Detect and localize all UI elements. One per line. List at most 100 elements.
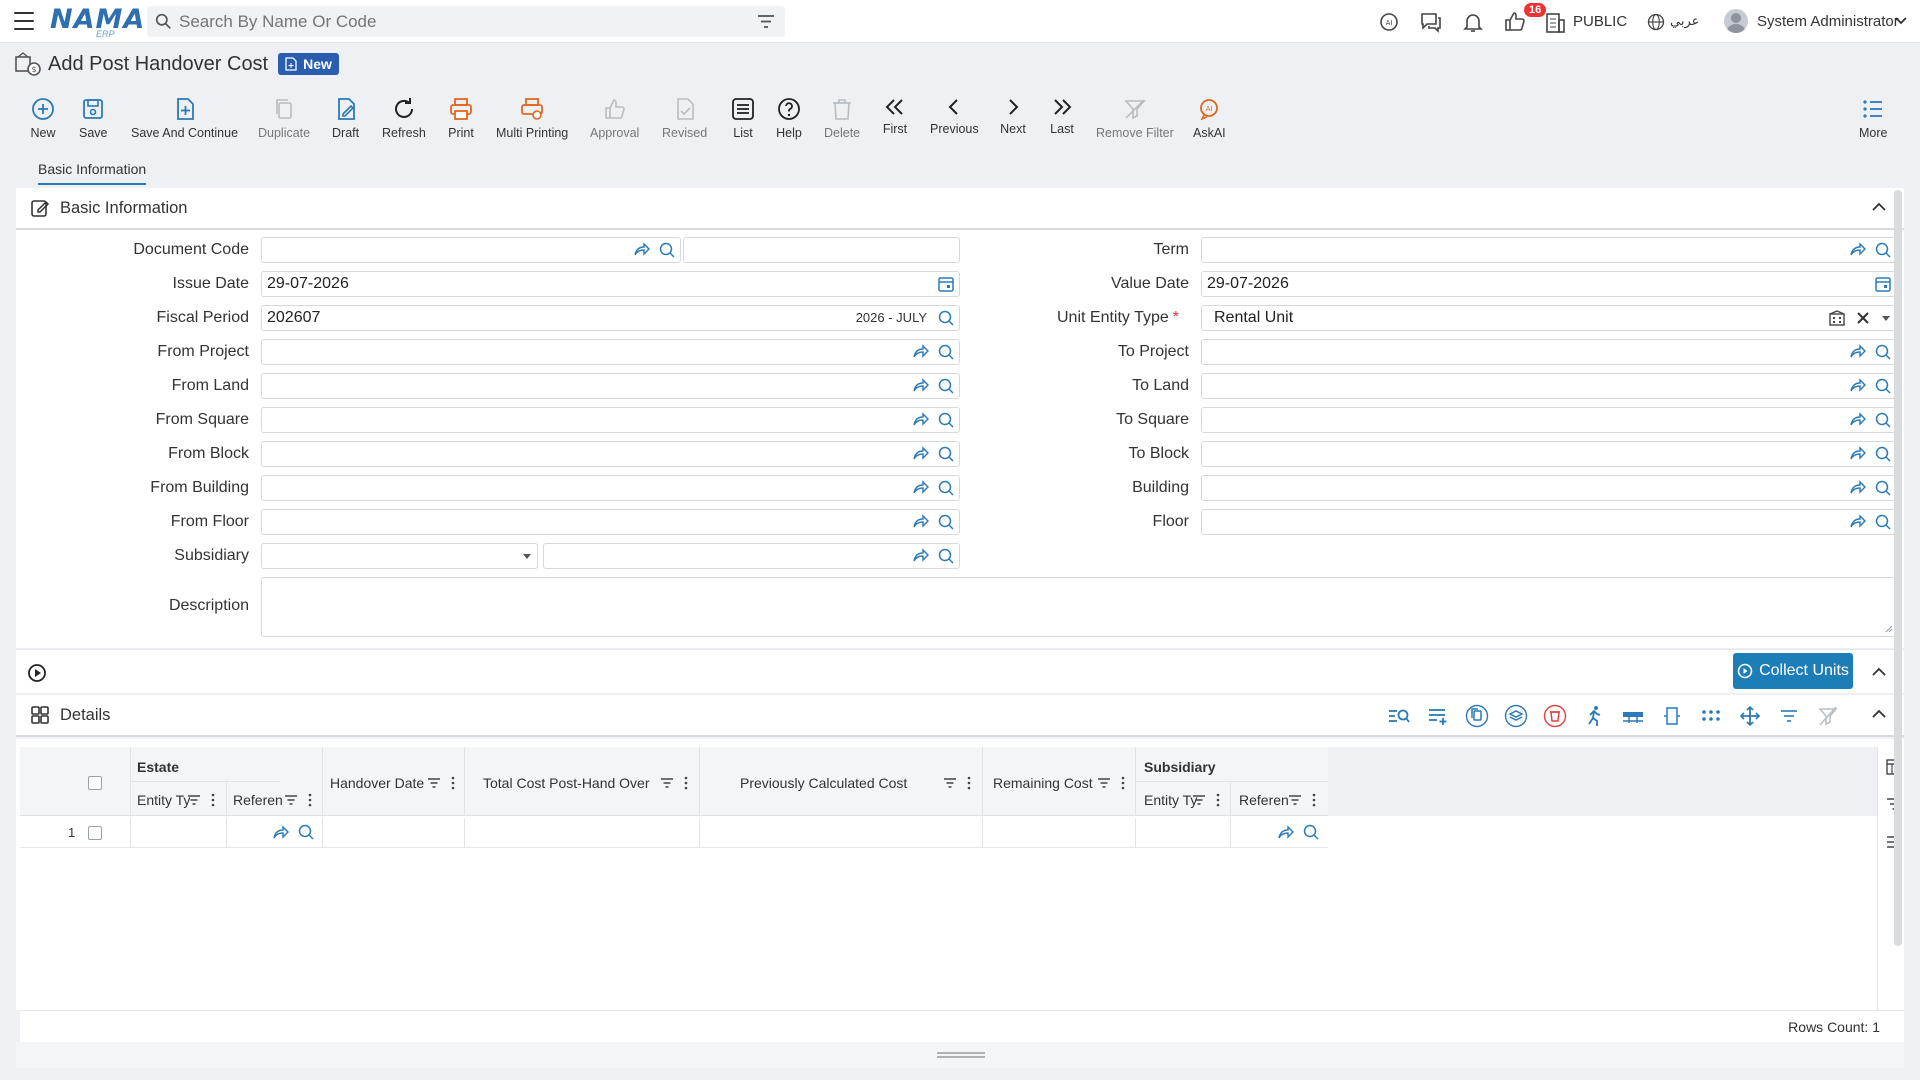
user-name[interactable]: System Administrator bbox=[1757, 13, 1899, 30]
revised-button[interactable]: Revised bbox=[662, 96, 707, 140]
lookup-search-icon[interactable] bbox=[1874, 377, 1892, 395]
previous-button[interactable]: Previous bbox=[930, 96, 979, 136]
duplicate-button[interactable]: Duplicate bbox=[258, 96, 310, 140]
open-link-icon[interactable] bbox=[1848, 241, 1866, 259]
building-field[interactable] bbox=[1201, 475, 1897, 501]
open-link-icon[interactable] bbox=[911, 547, 929, 565]
search-input[interactable] bbox=[179, 11, 719, 32]
subsidiary-field[interactable] bbox=[543, 543, 960, 569]
lookup-search-icon[interactable] bbox=[658, 241, 676, 259]
document-code-field[interactable] bbox=[261, 237, 681, 263]
list-button[interactable]: List bbox=[730, 96, 756, 140]
column-filter-icon[interactable] bbox=[660, 777, 674, 789]
add-row-icon[interactable] bbox=[1425, 703, 1451, 729]
from-project-field[interactable] bbox=[261, 339, 960, 365]
open-link-icon[interactable] bbox=[1848, 377, 1866, 395]
collect-units-button[interactable]: Collect Units bbox=[1733, 653, 1853, 689]
lookup-search-icon[interactable] bbox=[1874, 479, 1892, 497]
unit-entity-type-select[interactable]: Rental Unit bbox=[1201, 305, 1897, 331]
column-filter-icon[interactable] bbox=[1288, 794, 1302, 806]
open-link-icon[interactable] bbox=[911, 377, 929, 395]
filter-icon[interactable] bbox=[757, 14, 775, 29]
col-handover-date[interactable]: Handover Date bbox=[330, 775, 424, 791]
column-menu-icon[interactable] bbox=[210, 793, 216, 807]
column-filter-icon[interactable] bbox=[943, 777, 957, 789]
delete-row-icon[interactable] bbox=[1542, 703, 1568, 729]
subsidiary-type-select[interactable] bbox=[261, 543, 538, 569]
run-icon[interactable] bbox=[1581, 703, 1607, 729]
term-field[interactable] bbox=[1201, 237, 1897, 263]
language-switch[interactable]: عربي bbox=[1670, 14, 1699, 29]
chevron-up-icon[interactable] bbox=[1872, 709, 1886, 719]
col-reference[interactable]: Referen bbox=[233, 792, 283, 808]
open-link-icon[interactable] bbox=[1276, 824, 1294, 842]
issue-date-field[interactable]: 29-07-2026 bbox=[261, 271, 960, 297]
caret-down-icon[interactable] bbox=[1880, 309, 1892, 327]
column-menu-icon[interactable] bbox=[683, 776, 689, 790]
open-link-icon[interactable] bbox=[1848, 445, 1866, 463]
lookup-search-icon[interactable] bbox=[937, 479, 955, 497]
col-remaining-cost[interactable]: Remaining Cost bbox=[993, 775, 1093, 791]
lookup-search-icon[interactable] bbox=[297, 823, 315, 841]
row-format-icon[interactable] bbox=[1620, 703, 1646, 729]
from-floor-field[interactable] bbox=[261, 509, 960, 535]
copy-row-icon[interactable] bbox=[1464, 703, 1490, 729]
grid-remove-filter-icon[interactable] bbox=[1815, 703, 1841, 729]
basic-information-header[interactable]: Basic Information bbox=[16, 188, 1904, 230]
chevron-up-icon[interactable] bbox=[1872, 202, 1886, 212]
open-link-icon[interactable] bbox=[911, 479, 929, 497]
move-icon[interactable] bbox=[1737, 703, 1763, 729]
avatar[interactable] bbox=[1724, 9, 1748, 33]
col-previously-calculated-cost[interactable]: Previously Calculated Cost bbox=[740, 775, 907, 791]
column-filter-icon[interactable] bbox=[284, 794, 298, 806]
open-link-icon[interactable] bbox=[911, 343, 929, 361]
lookup-search-icon[interactable] bbox=[1874, 513, 1892, 531]
col-sub-reference[interactable]: Referen bbox=[1239, 792, 1289, 808]
calendar-icon[interactable] bbox=[937, 275, 955, 293]
dots-grid-icon[interactable] bbox=[1698, 703, 1724, 729]
lookup-search-icon[interactable] bbox=[937, 411, 955, 429]
from-block-field[interactable] bbox=[261, 441, 960, 467]
askai-button[interactable]: AI AskAI bbox=[1193, 96, 1226, 140]
floor-field[interactable] bbox=[1201, 509, 1897, 535]
open-link-icon[interactable] bbox=[1848, 513, 1866, 531]
building-icon[interactable] bbox=[1545, 10, 1565, 34]
print-button[interactable]: Print bbox=[448, 96, 474, 140]
from-land-field[interactable] bbox=[261, 373, 960, 399]
lookup-search-icon[interactable] bbox=[1302, 823, 1320, 841]
description-textarea[interactable] bbox=[261, 577, 1897, 637]
column-menu-icon[interactable] bbox=[307, 793, 313, 807]
lookup-search-icon[interactable] bbox=[937, 343, 955, 361]
column-menu-icon[interactable] bbox=[450, 776, 456, 790]
column-menu-icon[interactable] bbox=[1215, 793, 1221, 807]
lookup-search-icon[interactable] bbox=[1874, 411, 1892, 429]
table-row[interactable]: 1 bbox=[20, 818, 1328, 848]
clear-icon[interactable] bbox=[1854, 309, 1872, 327]
to-block-field[interactable] bbox=[1201, 441, 1897, 467]
col-sub-entity-type[interactable]: Entity Ty bbox=[1144, 792, 1197, 808]
lookup-search-icon[interactable] bbox=[1874, 343, 1892, 361]
row-checkbox[interactable] bbox=[88, 826, 102, 840]
column-filter-icon[interactable] bbox=[1192, 794, 1206, 806]
globe-icon[interactable] bbox=[1646, 10, 1666, 34]
open-link-icon[interactable] bbox=[1848, 479, 1866, 497]
play-circle-icon[interactable] bbox=[27, 663, 47, 683]
chat-icon[interactable] bbox=[1419, 10, 1443, 34]
draft-button[interactable]: Draft bbox=[332, 96, 359, 140]
refresh-button[interactable]: Refresh bbox=[382, 96, 426, 140]
column-menu-icon[interactable] bbox=[1311, 793, 1317, 807]
chevron-up-icon[interactable] bbox=[1872, 667, 1886, 677]
column-filter-icon[interactable] bbox=[427, 777, 441, 789]
from-square-field[interactable] bbox=[261, 407, 960, 433]
layers-icon[interactable] bbox=[1503, 703, 1529, 729]
thumbs-up-icon[interactable] bbox=[1503, 10, 1527, 34]
open-link-icon[interactable] bbox=[1848, 343, 1866, 361]
open-link-icon[interactable] bbox=[911, 411, 929, 429]
bell-icon[interactable] bbox=[1461, 10, 1485, 34]
ai-assistant-icon[interactable]: AI bbox=[1377, 10, 1401, 34]
caret-down-icon[interactable] bbox=[521, 547, 533, 565]
select-all-checkbox[interactable] bbox=[88, 776, 102, 790]
menu-icon[interactable] bbox=[14, 12, 34, 30]
to-land-field[interactable] bbox=[1201, 373, 1897, 399]
lookup-search-icon[interactable] bbox=[937, 513, 955, 531]
